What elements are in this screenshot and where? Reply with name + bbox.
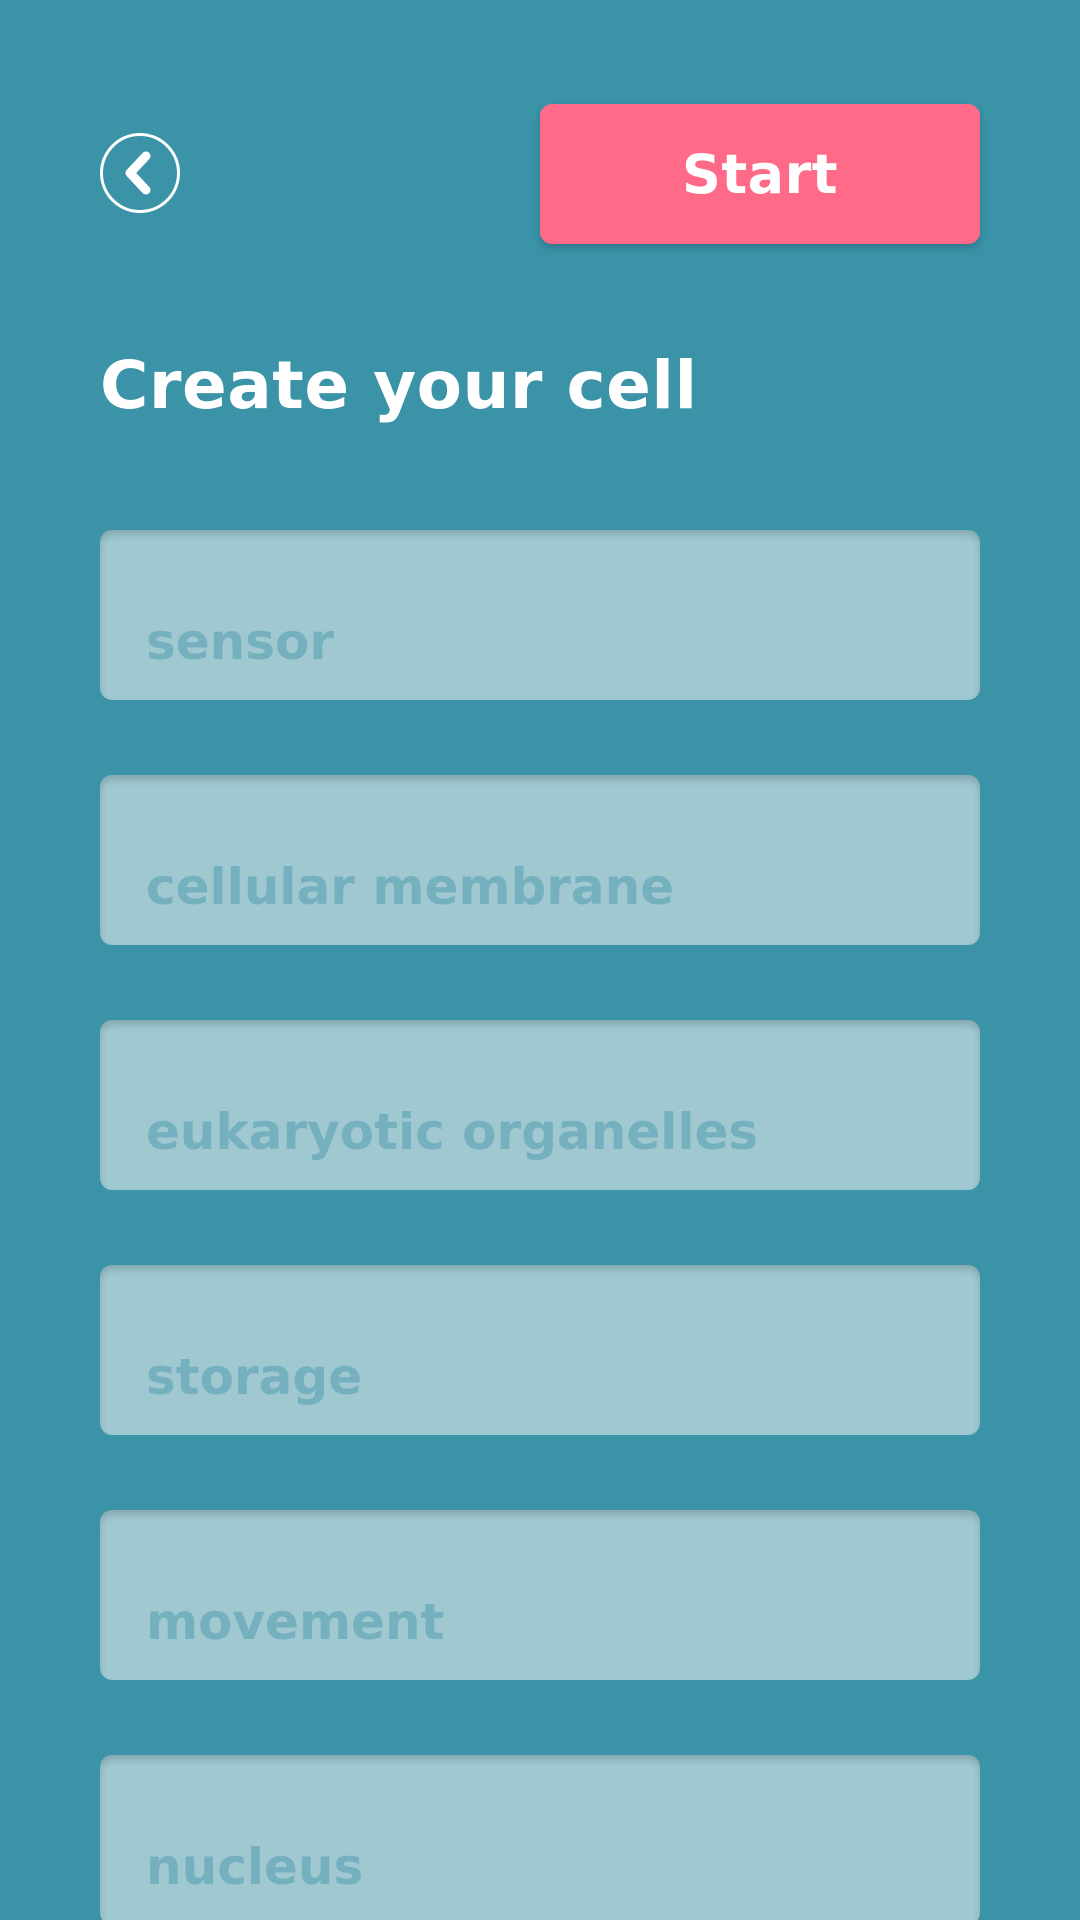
field-placeholder: cellular membrane [146, 858, 675, 916]
back-button[interactable] [100, 133, 180, 213]
storage-field[interactable]: storage [100, 1265, 980, 1435]
field-placeholder: nucleus [146, 1838, 364, 1896]
page-title: Create your cell [100, 347, 698, 424]
nucleus-field[interactable]: nucleus [100, 1755, 980, 1920]
field-placeholder: movement [146, 1593, 445, 1651]
chevron-left-icon [125, 151, 151, 195]
eukaryotic-organelles-field[interactable]: eukaryotic organelles [100, 1020, 980, 1190]
field-placeholder: storage [146, 1348, 363, 1406]
cellular-membrane-field[interactable]: cellular membrane [100, 775, 980, 945]
sensor-field[interactable]: sensor [100, 530, 980, 700]
movement-field[interactable]: movement [100, 1510, 980, 1680]
create-cell-screen: Start Create your cell sensor cellular m… [0, 0, 1080, 1920]
start-button[interactable]: Start [540, 104, 980, 244]
field-placeholder: sensor [146, 613, 335, 671]
field-placeholder: eukaryotic organelles [146, 1103, 759, 1161]
cell-parts-list: sensor cellular membrane eukaryotic orga… [100, 530, 980, 1920]
